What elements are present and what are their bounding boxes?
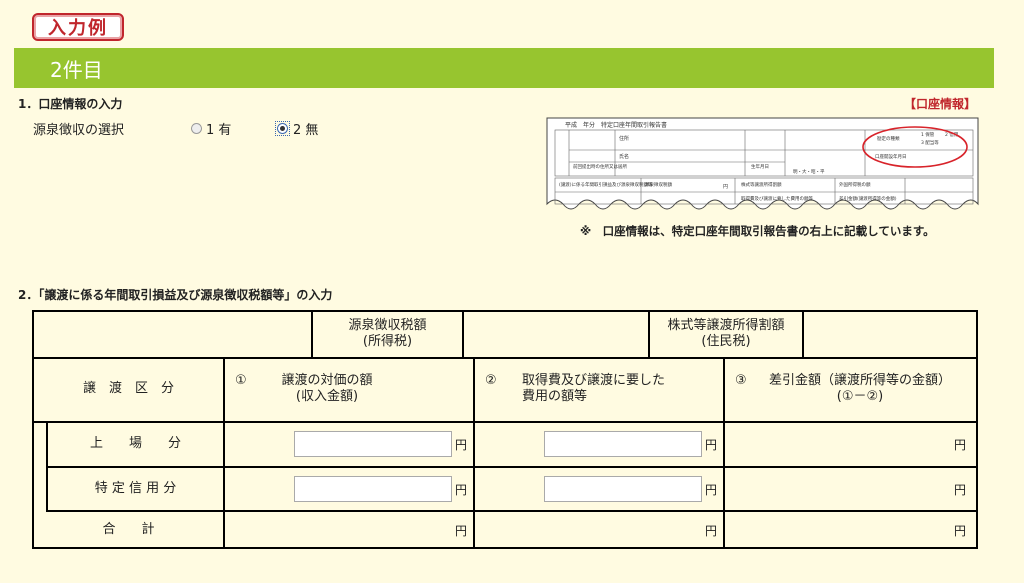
col2-number: ② bbox=[485, 373, 497, 388]
margin-proceeds-input[interactable] bbox=[294, 476, 452, 502]
col1-header: 譲渡の対価の額 (収入金額) bbox=[281, 373, 373, 404]
col1-number: ① bbox=[235, 373, 247, 388]
svg-text:円: 円 bbox=[723, 184, 728, 190]
svg-text:外国所得税の額: 外国所得税の額 bbox=[839, 181, 871, 188]
svg-text:氏名: 氏名 bbox=[619, 153, 629, 160]
transfer-table: 源泉徴収税額 (所得税) 株式等譲渡所得割額 (住民税) 譲 渡 区 分 ① 譲渡の… bbox=[32, 310, 978, 549]
svg-text:(譲渡)に係る年間取引損益及び源泉徴収税額等: (譲渡)に係る年間取引損益及び源泉徴収税額等 bbox=[559, 181, 653, 188]
withholding-label: 源泉徴収の選択 bbox=[33, 123, 125, 138]
yen-unit: 円 bbox=[455, 483, 468, 497]
svg-text:前回提出時の住所又は居所: 前回提出時の住所又は居所 bbox=[573, 163, 627, 170]
svg-text:勘定の種類: 勘定の種類 bbox=[877, 135, 900, 142]
listed-row-label: 上 場 分 bbox=[89, 436, 181, 451]
col3-number: ③ bbox=[735, 373, 747, 388]
section-title: 2件目 bbox=[50, 57, 103, 82]
transfer-category-header: 譲 渡 区 分 bbox=[82, 381, 174, 396]
svg-text:株式等譲渡所得割額: 株式等譲渡所得割額 bbox=[741, 181, 782, 188]
yen-unit: 円 bbox=[954, 483, 967, 497]
account-info-note: ※ 口座情報は、特定口座年間取引報告書の右上に記載しています。 bbox=[580, 224, 935, 238]
yen-unit: 円 bbox=[705, 438, 718, 452]
transfer-section-heading: 2．「譲渡に係る年間取引損益及び源泉徴収税額等」の入力 bbox=[18, 288, 333, 302]
radio-no-label: 2 無 bbox=[293, 123, 319, 138]
input-example-badge: 入力例 bbox=[32, 13, 124, 41]
listed-proceeds-input[interactable] bbox=[294, 431, 452, 457]
radio-focus-ring bbox=[275, 121, 290, 136]
radio-option-no[interactable]: 2 無 bbox=[275, 119, 319, 138]
svg-text:明・大・昭・平: 明・大・昭・平 bbox=[793, 168, 825, 175]
account-info-heading: 1．口座情報の入力 bbox=[18, 97, 123, 111]
margin-row-label: 特 定 信 用 分 bbox=[94, 481, 177, 496]
listed-cost-input[interactable] bbox=[544, 431, 702, 457]
yen-unit: 円 bbox=[705, 524, 718, 538]
radio-yes[interactable] bbox=[191, 123, 202, 134]
yen-unit: 円 bbox=[455, 524, 468, 538]
svg-text:源泉徴収税額: 源泉徴収税額 bbox=[645, 181, 672, 188]
section-title-bar: 2件目 bbox=[14, 48, 994, 88]
svg-text:1 保管: 1 保管 bbox=[921, 131, 935, 138]
svg-text:住所: 住所 bbox=[619, 135, 629, 142]
withholding-tax-header: 源泉徴収税額 (所得税) bbox=[348, 318, 427, 349]
yen-unit: 円 bbox=[705, 483, 718, 497]
yen-unit: 円 bbox=[954, 438, 967, 452]
radio-no[interactable] bbox=[277, 123, 288, 134]
col3-header: 差引金額（譲渡所得等の金額） (①－②) bbox=[768, 373, 951, 404]
yen-unit: 円 bbox=[954, 524, 967, 538]
account-info-label: 【口座情報】 bbox=[903, 97, 976, 111]
svg-text:3 配当等: 3 配当等 bbox=[921, 139, 939, 146]
thumb-title: 平成 年分 特定口座年間取引報告書 bbox=[565, 121, 667, 129]
yen-unit: 円 bbox=[455, 438, 468, 452]
svg-text:取得費及び譲渡に要した費用の額等: 取得費及び譲渡に要した費用の額等 bbox=[741, 195, 813, 202]
report-thumbnail: 平成 年分 特定口座年間取引報告書 住所 氏名 前回提出時の住所又は居所 生年月… bbox=[545, 116, 980, 222]
col2-header: 取得費及び譲渡に要した 費用の額等 bbox=[522, 373, 666, 404]
svg-text:生年月日: 生年月日 bbox=[751, 163, 769, 170]
total-row-label: 合 計 bbox=[102, 522, 155, 537]
svg-text:差引金額(譲渡所得等の金額): 差引金額(譲渡所得等の金額) bbox=[839, 195, 897, 202]
report-thumbnail-svg: 平成 年分 特定口座年間取引報告書 住所 氏名 前回提出時の住所又は居所 生年月… bbox=[546, 117, 979, 210]
svg-text:口座開設年月日: 口座開設年月日 bbox=[875, 153, 907, 160]
margin-cost-input[interactable] bbox=[544, 476, 702, 502]
local-tax-header: 株式等譲渡所得割額 (住民税) bbox=[667, 318, 785, 349]
radio-yes-label: 1 有 bbox=[206, 123, 232, 138]
radio-option-yes[interactable]: 1 有 bbox=[191, 119, 231, 138]
